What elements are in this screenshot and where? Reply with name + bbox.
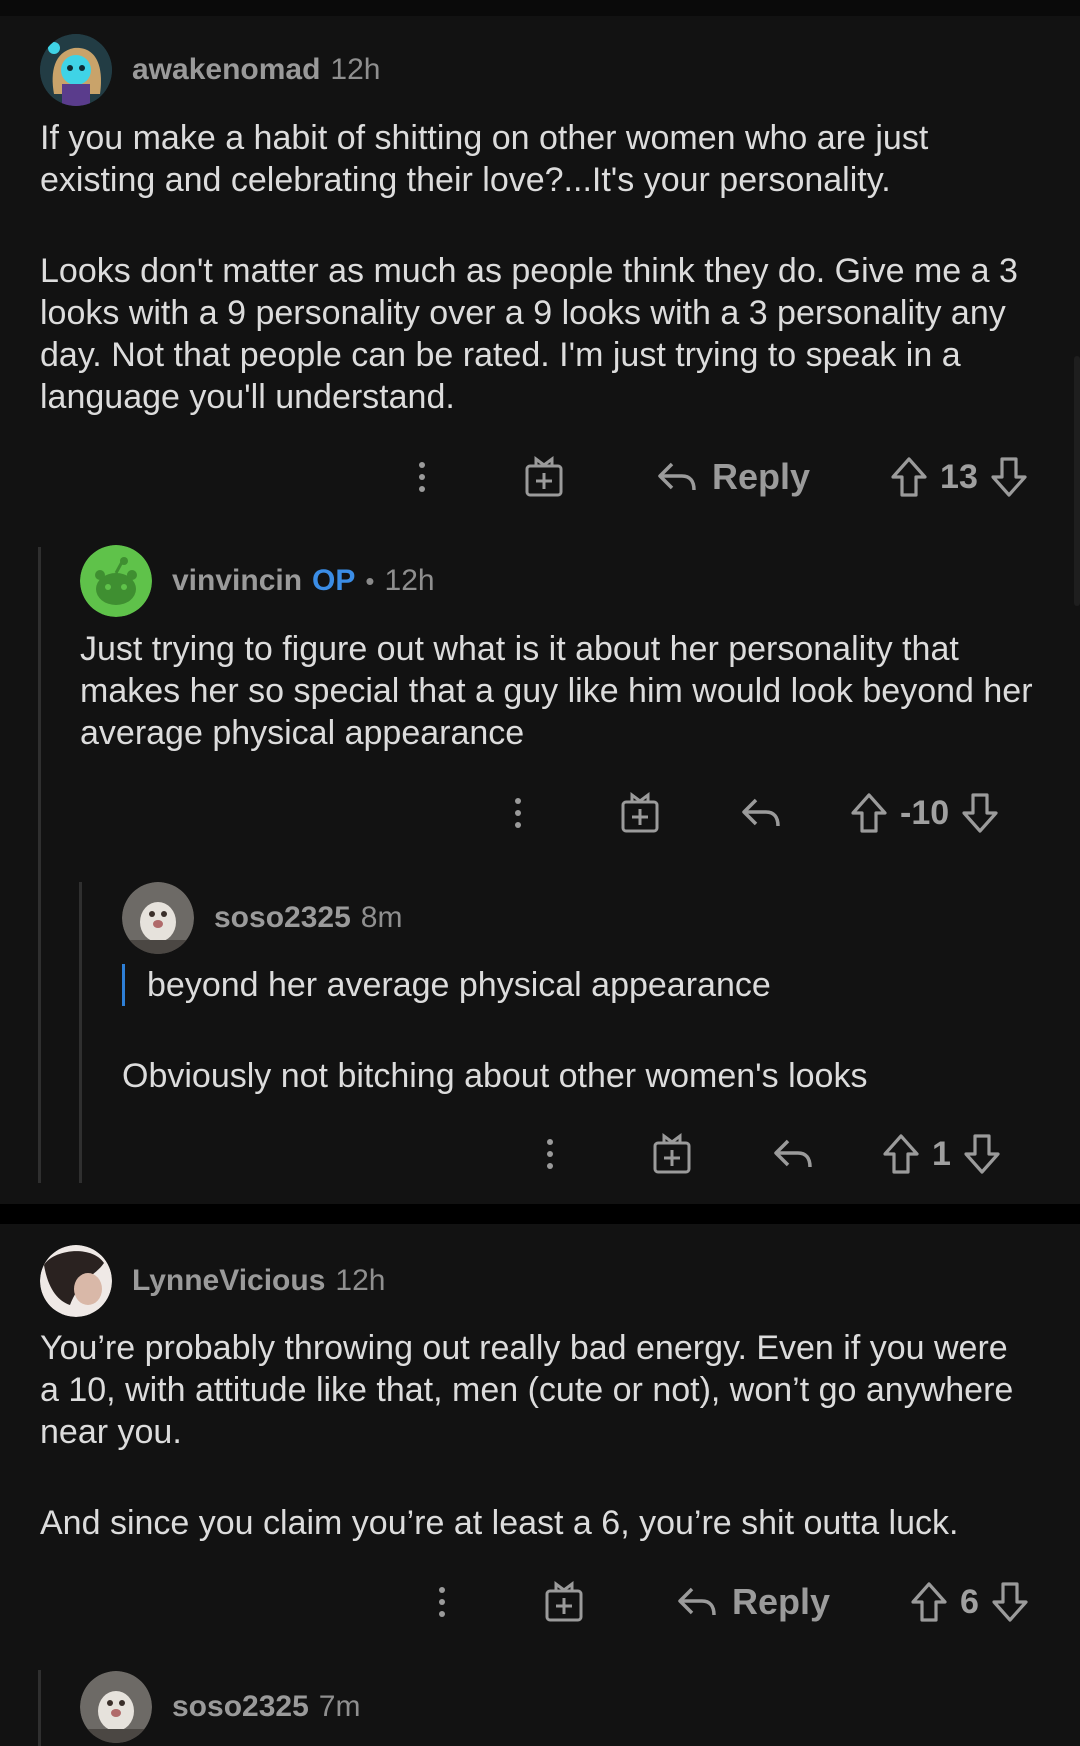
downvote-icon (964, 1134, 1000, 1174)
comment-thread-page: awakenomad 12h If you make a habit of sh… (0, 0, 1080, 1746)
reply-icon (774, 1139, 812, 1168)
reply-button[interactable]: Reply (656, 456, 810, 498)
upvote-icon (883, 1134, 919, 1174)
username[interactable]: soso2325 (214, 901, 351, 935)
top-bar (0, 0, 1080, 16)
more-options-icon (419, 462, 425, 492)
comment-paragraph: Obviously not bitching about other women… (122, 1057, 868, 1095)
comment-header: soso2325 8m (122, 882, 402, 954)
separator-dot: • (365, 565, 375, 596)
vote-score: 1 (932, 1134, 951, 1173)
award-icon (525, 456, 563, 497)
downvote-button[interactable] (961, 792, 999, 834)
reply-button[interactable] (772, 1137, 814, 1171)
username[interactable]: vinvincin (172, 564, 302, 598)
timestamp: 12h (330, 53, 381, 86)
timestamp: 7m (318, 1690, 361, 1723)
reply-button[interactable] (740, 796, 782, 830)
reply-icon (658, 462, 696, 491)
scrollbar[interactable] (1074, 356, 1080, 606)
comment-actions: Reply 13 (412, 449, 1028, 505)
comment-header: vinvincin OP • 12h (80, 545, 435, 617)
upvote-icon (851, 793, 887, 833)
more-options-icon (439, 1587, 445, 1617)
comment-actions: -10 (508, 785, 999, 841)
comment-paragraph: You’re probably throwing out really bad … (40, 1329, 1014, 1451)
downvote-icon (962, 793, 998, 833)
award-button[interactable] (652, 1133, 692, 1175)
upvote-button[interactable] (882, 1133, 920, 1175)
avatar-photo-icon (40, 1245, 112, 1317)
avatar-photo-icon (80, 1671, 152, 1743)
op-badge: OP (312, 564, 356, 597)
reply-button[interactable]: Reply (676, 1581, 830, 1623)
more-options-button[interactable] (540, 1139, 560, 1169)
avatar[interactable] (80, 545, 152, 617)
reply-label: Reply (732, 1581, 831, 1622)
comment-paragraph: And since you claim you’re at least a 6,… (40, 1504, 959, 1542)
timestamp: 12h (335, 1264, 386, 1297)
downvote-button[interactable] (990, 456, 1028, 498)
avatar[interactable] (80, 1671, 152, 1743)
downvote-button[interactable] (991, 1581, 1029, 1623)
award-icon (621, 792, 659, 833)
comment-paragraph: Just trying to figure out what is it abo… (80, 630, 1033, 752)
downvote-icon (992, 1582, 1028, 1622)
username[interactable]: LynneVicious (132, 1264, 325, 1298)
comment-separator (0, 1204, 1080, 1224)
avatar[interactable] (40, 1245, 112, 1317)
reply-icon (742, 798, 780, 827)
comment-header: soso2325 7m (80, 1671, 360, 1743)
avatar-snoo-icon (80, 545, 152, 617)
more-options-icon (515, 798, 521, 828)
upvote-icon (891, 457, 927, 497)
avatar[interactable] (122, 882, 194, 954)
more-options-icon (547, 1139, 553, 1169)
comment-actions: 1 (540, 1126, 1001, 1182)
avatar[interactable] (40, 34, 112, 106)
award-button[interactable] (544, 1581, 584, 1623)
thread-line-level-1[interactable] (38, 547, 41, 1183)
quoted-text: beyond her average physical appearance (122, 964, 1047, 1006)
more-options-button[interactable] (508, 798, 528, 828)
comment-header: awakenomad 12h (40, 34, 380, 106)
username[interactable]: awakenomad (132, 53, 320, 87)
upvote-icon (911, 1582, 947, 1622)
award-icon (545, 1581, 583, 1622)
upvote-button[interactable] (850, 792, 888, 834)
more-options-button[interactable] (432, 1587, 452, 1617)
comment-header: LynneVicious 12h (40, 1245, 385, 1317)
thread-line-level-2[interactable] (79, 882, 82, 1183)
upvote-button[interactable] (910, 1581, 948, 1623)
vote-score: 13 (940, 457, 978, 496)
avatar-photo-icon (122, 882, 194, 954)
reply-label: Reply (712, 456, 811, 497)
award-icon (653, 1133, 691, 1174)
timestamp: 12h (384, 564, 435, 597)
downvote-icon (991, 457, 1027, 497)
vote-score: -10 (900, 793, 950, 832)
comment-paragraph: Looks don't matter as much as people thi… (40, 252, 1018, 416)
award-button[interactable] (620, 792, 660, 834)
vote-score: 6 (960, 1582, 979, 1621)
comment-paragraph: If you make a habit of shitting on other… (40, 119, 929, 199)
more-options-button[interactable] (412, 462, 432, 492)
reply-icon (678, 1587, 716, 1616)
timestamp: 8m (360, 901, 403, 934)
downvote-button[interactable] (963, 1133, 1001, 1175)
thread-line-level-1[interactable] (38, 1670, 41, 1746)
award-button[interactable] (524, 456, 564, 498)
avatar-snoo-icon (40, 34, 112, 106)
comment-actions: Reply 6 (432, 1574, 1029, 1630)
username[interactable]: soso2325 (172, 1690, 309, 1724)
upvote-button[interactable] (890, 456, 928, 498)
